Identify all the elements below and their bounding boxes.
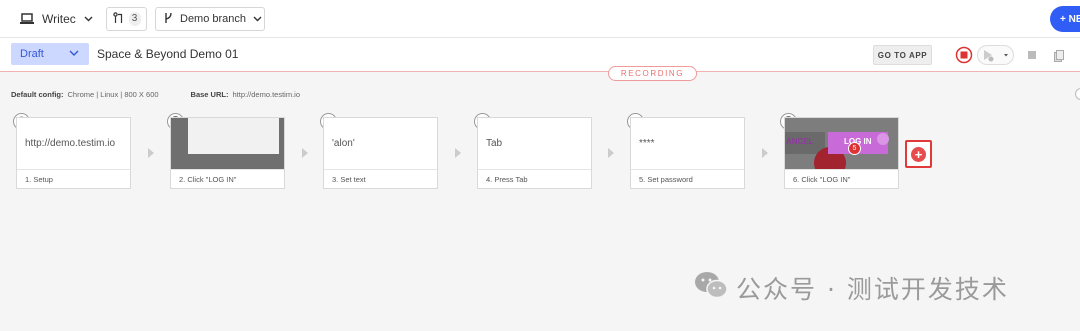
step-arrow-icon: [302, 148, 308, 158]
screenshot-step-badge: 5: [848, 142, 861, 155]
branch-name: Demo branch: [180, 13, 247, 25]
step-card-click-login[interactable]: 2. Click "LOG IN": [170, 117, 285, 189]
chevron-down-icon: [84, 16, 93, 22]
test-header: Draft Space & Beyond Demo 01 GO TO APP: [0, 38, 1080, 72]
step-label: 1. Setup: [17, 169, 130, 189]
step-label: 6. Click "LOG IN": [785, 169, 898, 189]
laptop-icon: [20, 13, 34, 25]
branch-icon: [164, 12, 173, 27]
status-label: Draft: [20, 48, 44, 60]
wechat-icon: [694, 271, 728, 305]
step-card-set-text[interactable]: 'alon' 3. Set text: [323, 117, 438, 189]
new-test-label: + NE: [1060, 13, 1080, 25]
screenshot-panel: [188, 118, 279, 154]
step-label: 2. Click "LOG IN": [171, 169, 284, 189]
project-name: Writec: [42, 12, 76, 26]
step-card-press-tab[interactable]: Tab 4. Press Tab: [477, 117, 592, 189]
step-arrow-icon: [762, 148, 768, 158]
project-selector[interactable]: Writec: [20, 9, 93, 29]
chevron-down-icon: [69, 47, 79, 62]
plus-icon: +: [911, 146, 926, 162]
pull-requests-button[interactable]: 3: [106, 7, 147, 31]
default-config-label: Default config:: [11, 90, 64, 99]
step-card-set-password[interactable]: **** 5. Set password: [630, 117, 745, 189]
pull-request-icon: [112, 11, 124, 27]
pr-count-badge: 3: [128, 12, 141, 26]
screenshot-cancel-text: ANCEL: [786, 137, 814, 146]
chevron-down-icon: [253, 13, 262, 25]
step-screenshot: ANCEL LOG IN 5: [785, 118, 898, 169]
top-bar: Writec 3 Demo branch + NE: [0, 0, 1080, 38]
step-label: 3. Set text: [324, 169, 437, 189]
add-step-button[interactable]: +: [905, 140, 932, 168]
step-screenshot: [171, 118, 284, 169]
record-button[interactable]: [955, 46, 973, 64]
watermark-text: 公众号 · 测试开发技术: [736, 275, 1009, 304]
default-config-value[interactable]: Chrome | Linux | 800 X 600: [68, 90, 159, 99]
play-button-group[interactable]: [977, 45, 1014, 65]
step-card-click-login-2[interactable]: ANCEL LOG IN 5 6. Click "LOG IN": [784, 117, 899, 189]
step-arrow-icon: [455, 148, 461, 158]
panel-toggle-icon[interactable]: [1075, 88, 1080, 100]
step-preview: Tab: [486, 138, 503, 149]
status-dropdown[interactable]: Draft: [11, 43, 89, 65]
step-label: 4. Press Tab: [478, 169, 591, 189]
new-test-button[interactable]: + NE: [1050, 6, 1080, 32]
branch-selector[interactable]: Demo branch: [155, 7, 265, 31]
step-preview: http://demo.testim.io: [25, 138, 116, 149]
step-preview: ****: [639, 138, 655, 149]
copy-icon[interactable]: [1054, 49, 1064, 67]
step-preview: 'alon': [332, 138, 355, 149]
watermark: 公众号 · 测试开发技术: [694, 272, 1009, 304]
stop-button[interactable]: [1028, 51, 1036, 59]
go-to-app-button[interactable]: GO TO APP: [873, 45, 932, 65]
recording-badge: RECORDING: [608, 66, 697, 81]
base-url-value[interactable]: http://demo.testim.io: [232, 90, 300, 99]
config-line: Default config: Chrome | Linux | 800 X 6…: [11, 90, 300, 99]
base-url-label: Base URL:: [190, 90, 229, 99]
test-name[interactable]: Space & Beyond Demo 01: [97, 47, 238, 61]
step-arrow-icon: [608, 148, 614, 158]
step-arrow-icon: [148, 148, 154, 158]
step-label: 5. Set password: [631, 169, 744, 189]
step-card-setup[interactable]: http://demo.testim.io 1. Setup: [16, 117, 131, 189]
